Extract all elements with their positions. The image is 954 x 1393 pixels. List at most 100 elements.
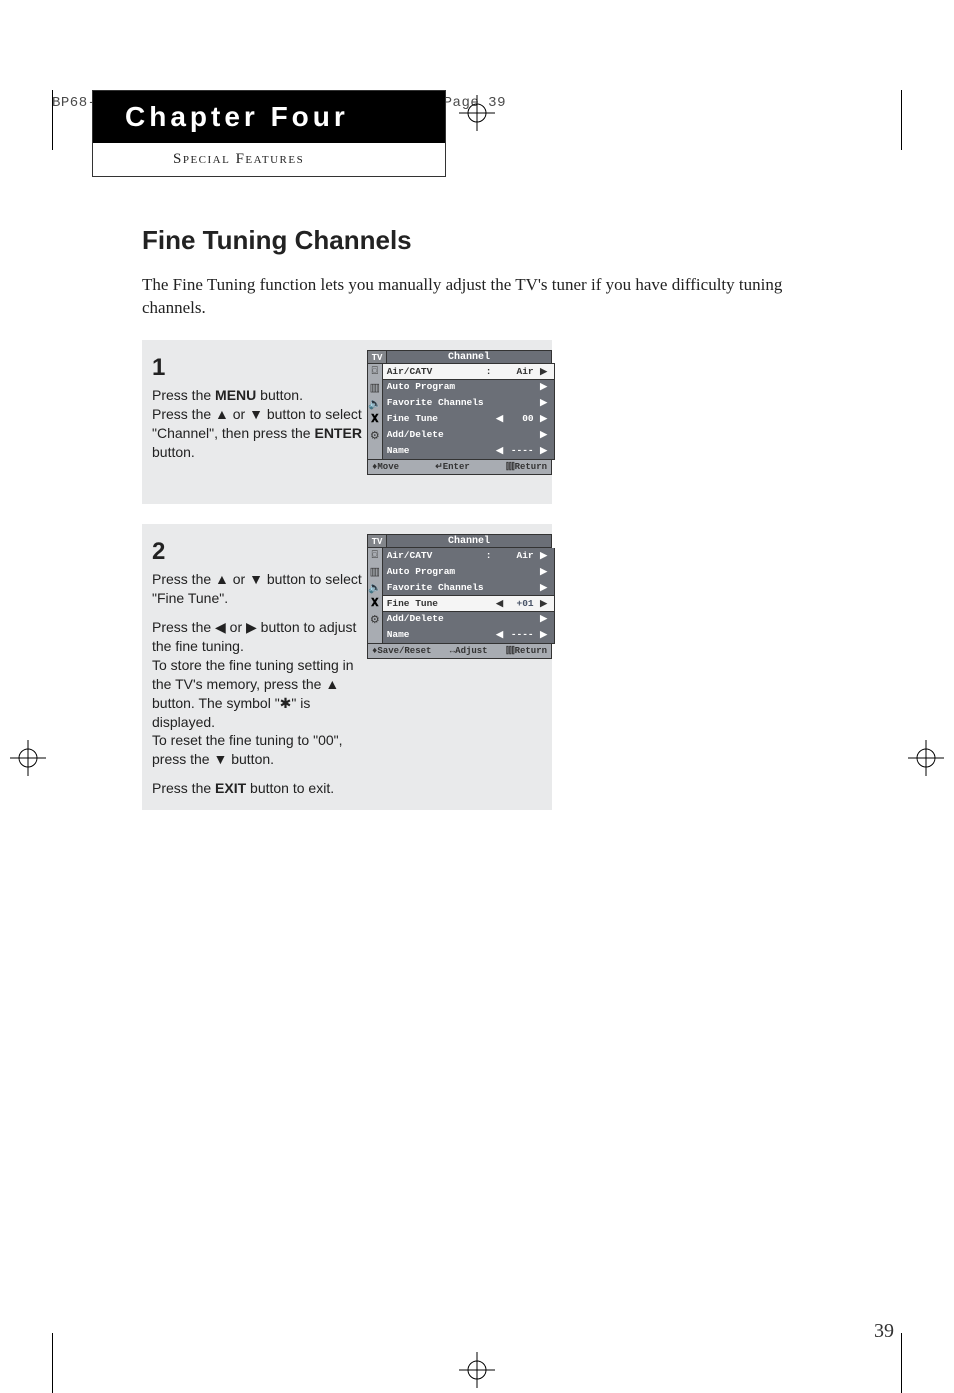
osd-menu-item: Auto Program ▶ [383,379,554,395]
arrow-right-icon: ▶ [538,550,550,561]
step-1-line2: Press the ▲ or ▼ button to select "Chann… [152,405,367,462]
menu-label: Favorite Channels [387,397,484,408]
osd-rows: Air/CATV:Air▶Auto Program▶Favorite Chann… [383,548,555,644]
osd-menu-1: TV Channel ⌼ ▥ 🔈 𝐗 ⚙ Air/CATV:Air▶Auto P… [367,350,552,475]
osd-menu-item: Name ◀----▶ [383,627,554,643]
menu-label: Air/CATV [387,366,484,377]
osd-title: Channel [387,350,552,364]
footer-enter: ↵Enter [407,462,498,472]
registration-mark-bottom [459,1352,495,1388]
page-content: Chapter Four Special Features Fine Tunin… [92,90,862,810]
osd-menu-item: Fine Tune ◀00▶ [383,411,554,427]
arrow-left-icon: ◀ [494,629,506,640]
picture-icon: ▥ [368,564,382,580]
menu-value: +01 [506,598,538,609]
picture-icon: ▥ [368,380,382,396]
tv-icon: ⌼ [368,364,382,380]
sound-icon: 🔈 [368,396,382,412]
setup-icon: ⚙ [368,612,382,628]
osd-menu-item: Fine Tune ◀+01▶ [382,595,555,612]
osd-rows: Air/CATV:Air▶Auto Program▶Favorite Chann… [383,364,555,460]
osd-tv-badge: TV [367,534,387,548]
footer-save: ♦Save/Reset [372,646,431,656]
arrow-left-icon: ◀ [494,413,506,424]
step-1-panel: 1 Press the MENU button. Press the ▲ or … [142,340,552,504]
menu-label: Add/Delete [387,613,484,624]
menu-value: ---- [506,445,538,456]
osd-menu-item: Add/Delete ▶ [383,611,554,627]
step-2-p3: To store the fine tuning setting in the … [152,656,367,732]
osd-menu-2: TV Channel ⌼ ▥ 🔈 𝐗 ⚙ Air/CATV:Air▶Auto P… [367,534,552,659]
menu-value: Air [506,550,538,561]
menu-label: Air/CATV [387,550,484,561]
menu-label: Fine Tune [387,413,484,424]
osd-menu-item: Auto Program ▶ [383,564,554,580]
arrow-right-icon: ▶ [538,566,550,577]
setup-icon: ⚙ [368,428,382,444]
chapter-subtitle: Special Features [93,143,445,176]
arrow-right-icon: ▶ [538,629,550,640]
osd-footer: ♦Move ↵Enter ⫿⫿⫿Return [367,460,552,475]
step-2-p2: Press the ◀ or ▶ button to adjust the fi… [152,618,367,656]
chapter-box: Chapter Four Special Features [92,90,446,177]
arrow-right-icon: ▶ [538,613,550,624]
registration-mark-left [10,740,46,776]
arrow-left-icon: ◀ [494,445,506,456]
osd-menu-item: Add/Delete ▶ [383,427,554,443]
arrow-right-icon: ▶ [538,381,550,392]
section-title: Fine Tuning Channels [142,225,862,256]
arrow-right-icon: ▶ [538,429,550,440]
footer-move: ♦Move [372,462,399,472]
tv-icon: ⌼ [368,548,382,564]
osd-menu-item: Favorite Channels ▶ [383,395,554,411]
menu-label: Fine Tune [387,598,484,609]
arrow-right-icon: ▶ [538,582,550,593]
footer-adjust: ↔Adjust [439,646,498,656]
step-2-p4: To reset the fine tuning to "00", press … [152,731,367,769]
osd-footer: ♦Save/Reset ↔Adjust ⫿⫿⫿Return [367,644,552,659]
arrow-left-icon: ◀ [494,598,506,609]
osd-tv-badge: TV [367,350,387,364]
osd-title: Channel [387,534,552,548]
menu-label: Name [387,629,484,640]
menu-label: Add/Delete [387,429,484,440]
arrow-right-icon: ▶ [538,445,550,456]
crop-mark [52,1333,53,1393]
osd-menu-item: Name ◀----▶ [383,443,554,459]
step-2-panel: 2 Press the ▲ or ▼ button to select "Fin… [142,524,552,810]
osd-icon-column: ⌼ ▥ 🔈 𝐗 ⚙ [367,364,383,460]
step-2-p1: Press the ▲ or ▼ button to select "Fine … [152,570,367,608]
channel-icon: 𝐗 [368,596,382,612]
menu-label: Name [387,445,484,456]
arrow-right-icon: ▶ [538,598,550,609]
arrow-right-icon: ▶ [538,397,550,408]
channel-icon: 𝐗 [368,412,382,428]
registration-mark-right [908,740,944,776]
menu-label: Favorite Channels [387,582,484,593]
osd-menu-item: Air/CATV:Air▶ [382,363,555,380]
menu-value: 00 [506,413,538,424]
footer-return: ⫿⫿⫿Return [506,462,547,472]
menu-value: Air [506,366,538,377]
sound-icon: 🔈 [368,580,382,596]
menu-label: Auto Program [387,566,484,577]
page-number: 39 [874,1320,894,1343]
osd-menu-item: Air/CATV:Air▶ [383,548,554,564]
footer-return: ⫿⫿⫿Return [506,646,547,656]
chapter-title: Chapter Four [93,91,445,143]
osd-menu-item: Favorite Channels ▶ [383,580,554,596]
crop-mark [901,1333,902,1393]
crop-mark [52,90,53,150]
osd-icon-column: ⌼ ▥ 🔈 𝐗 ⚙ [367,548,383,644]
step-2-text: 2 Press the ▲ or ▼ button to select "Fin… [142,536,367,798]
step-number: 1 [152,352,367,384]
menu-value: ---- [506,629,538,640]
step-1-text: 1 Press the MENU button. Press the ▲ or … [142,352,367,462]
step-number: 2 [152,536,367,568]
menu-label: Auto Program [387,381,484,392]
section-description: The Fine Tuning function lets you manual… [142,274,842,320]
arrow-right-icon: ▶ [538,413,550,424]
arrow-right-icon: ▶ [538,366,550,377]
crop-mark [901,90,902,150]
step-2-p5: Press the EXIT button to exit. [152,779,367,798]
